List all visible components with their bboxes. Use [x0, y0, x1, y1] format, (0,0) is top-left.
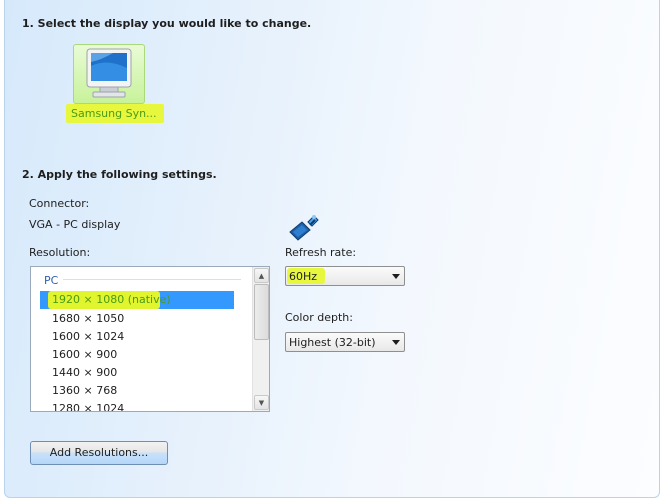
color-depth-value: Highest (32-bit): [289, 336, 376, 349]
add-resolutions-button[interactable]: Add Resolutions...: [30, 441, 168, 465]
display-name[interactable]: Samsung Syn...: [66, 104, 164, 123]
vga-connector-icon: [289, 215, 319, 241]
scroll-thumb[interactable]: [254, 284, 269, 340]
scroll-down-icon[interactable]: ▼: [254, 395, 269, 410]
resolution-scrollbar[interactable]: ▲ ▼: [252, 267, 269, 411]
display-tile[interactable]: [73, 44, 145, 104]
dropdown-arrow-icon: [392, 340, 400, 345]
resolution-item[interactable]: 1600 × 900: [52, 348, 117, 361]
resolution-item[interactable]: 1680 × 1050: [52, 312, 124, 325]
connector-value: VGA - PC display: [29, 218, 121, 231]
resolution-item[interactable]: 1360 × 768: [52, 384, 117, 397]
resolution-item[interactable]: 1440 × 900: [52, 366, 117, 379]
resolution-item[interactable]: 1280 × 1024: [52, 402, 124, 411]
scroll-up-icon[interactable]: ▲: [254, 268, 269, 283]
color-depth-dropdown[interactable]: Highest (32-bit): [285, 332, 405, 352]
step1-title: 1. Select the display you would like to …: [22, 17, 312, 30]
color-depth-label: Color depth:: [285, 311, 353, 324]
group-divider: [63, 279, 241, 280]
step2-title: 2. Apply the following settings.: [22, 168, 217, 181]
connector-label: Connector:: [29, 197, 90, 210]
settings-panel: 1. Select the display you would like to …: [4, 0, 660, 498]
refresh-rate-dropdown[interactable]: 60Hz: [285, 266, 405, 286]
resolution-item-selected[interactable]: 1920 × 1080 (native): [40, 291, 234, 309]
resolution-group-label: PC: [44, 274, 59, 287]
dropdown-arrow-icon: [392, 274, 400, 279]
resolution-list[interactable]: PC 1920 × 1080 (native) 1680 × 1050 1600…: [30, 266, 270, 412]
resolution-item[interactable]: 1600 × 1024: [52, 330, 124, 343]
monitor-icon: [86, 48, 132, 98]
refresh-rate-label: Refresh rate:: [285, 246, 357, 259]
refresh-rate-value: 60Hz: [289, 270, 318, 283]
resolution-label: Resolution:: [29, 246, 91, 259]
resolution-item-label: 1920 × 1080 (native): [52, 293, 171, 306]
